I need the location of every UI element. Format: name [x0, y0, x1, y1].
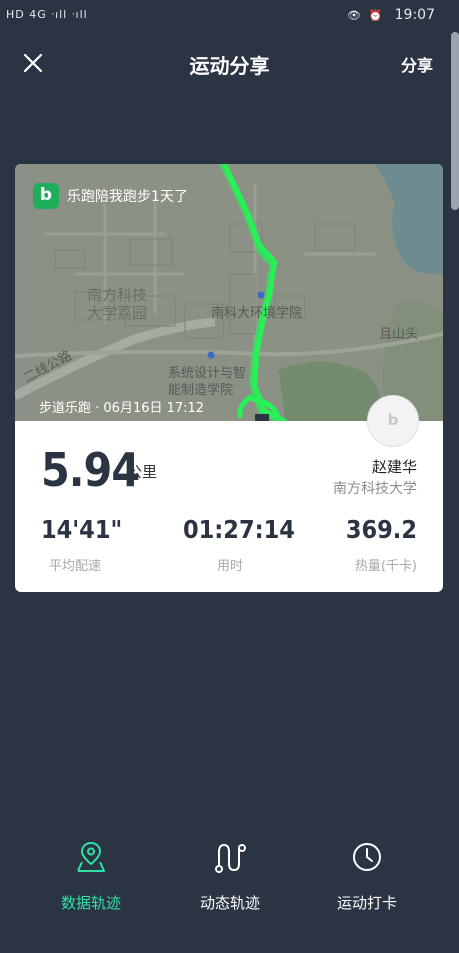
- route-map[interactable]: 南方科技 大学荔园 南科大环境学院 系统设计与智 能制造学院 且山头 二线公路 …: [15, 164, 443, 421]
- clock-icon: [353, 843, 381, 871]
- distance-unit: 公里: [127, 463, 158, 481]
- map-label-mountain: 且山头: [379, 327, 419, 342]
- status-right: 👁 ⏰ 19:07: [347, 7, 435, 23]
- tab-checkin[interactable]: 运动打卡: [292, 838, 442, 918]
- distance-value: 5.94: [41, 443, 140, 497]
- route-icon: [215, 843, 246, 873]
- page-title: 运动分享: [189, 54, 270, 78]
- avatar[interactable]: b: [367, 395, 419, 447]
- calories-label: 热量(千卡): [354, 559, 417, 574]
- map-label-campus: 南方科技 大学荔园: [87, 286, 148, 322]
- tab-data-track[interactable]: 数据轨迹: [16, 838, 166, 918]
- user-name: 赵建华: [371, 458, 417, 476]
- lepao-logo-icon: b: [33, 183, 59, 209]
- tab-data-track-label: 数据轨迹: [60, 894, 121, 912]
- user-school: 南方科技大学: [333, 481, 417, 497]
- duration-label: 用时: [217, 559, 244, 574]
- status-time: 19:07: [394, 7, 435, 23]
- duration-value: 01:27:14: [183, 515, 295, 544]
- tab-checkin-label: 运动打卡: [336, 894, 397, 912]
- status-left: HD 4G ᐧıll ᐧıll: [6, 8, 88, 21]
- map-pin-icon: [77, 841, 105, 872]
- map-label-env-school: 南科大环境学院: [211, 306, 303, 321]
- run-caption: 步道乐跑 · 06月16日 17:12: [39, 401, 205, 416]
- bottom-nav: 数据轨迹 动态轨迹 运动打卡: [0, 838, 459, 928]
- pace-label: 平均配速: [49, 559, 102, 574]
- tab-dynamic-track[interactable]: 动态轨迹: [155, 838, 305, 918]
- share-card: 南方科技 大学荔园 南科大环境学院 系统设计与智 能制造学院 且山头 二线公路 …: [15, 164, 443, 592]
- pace-value: 14'41": [41, 515, 123, 544]
- header: 运动分享 分享: [0, 38, 459, 88]
- map-label-design-school: 系统设计与智 能制造学院: [168, 366, 247, 398]
- run-summary: 5.94 公里 赵建华 南方科技大学 14'41" 平均配速 01:27:14 …: [15, 421, 443, 592]
- status-icons: 👁 ⏰: [347, 9, 385, 22]
- status-bar: HD 4G ᐧıll ᐧıll 👁 ⏰ 19:07: [0, 0, 459, 32]
- calories-value: 369.2: [345, 515, 417, 544]
- tab-dynamic-track-label: 动态轨迹: [199, 894, 260, 912]
- brand-text: 乐跑陪我跑步1天了: [67, 189, 188, 205]
- share-button[interactable]: 分享: [401, 52, 433, 76]
- avatar-logo-icon: b: [387, 411, 399, 429]
